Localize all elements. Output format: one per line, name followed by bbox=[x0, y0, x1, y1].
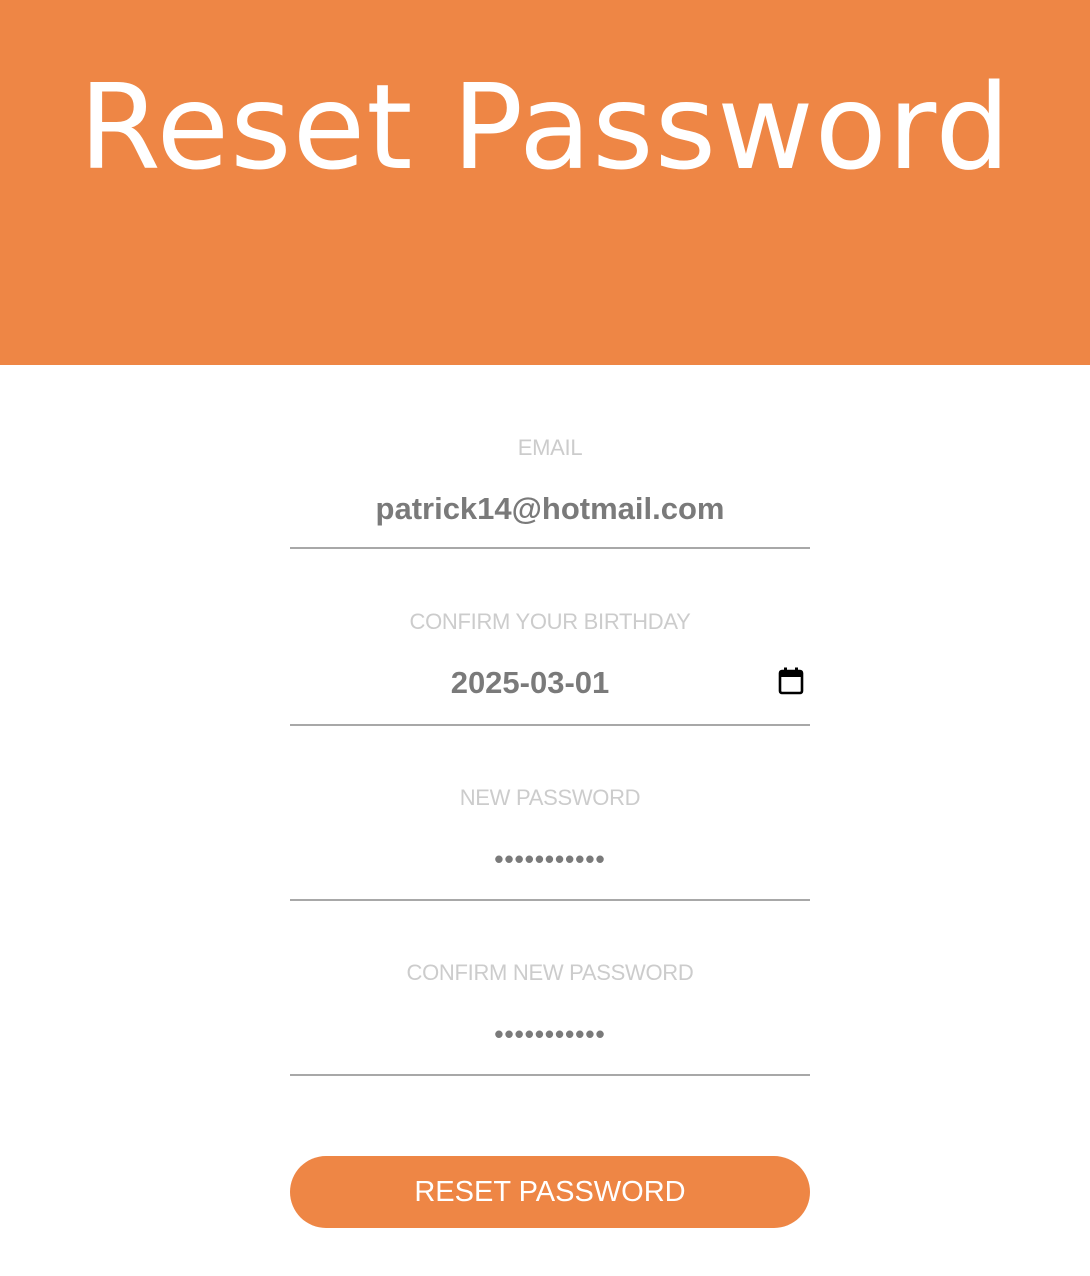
reset-password-form: EMAIL patrick14@hotmail.com CONFIRM YOUR… bbox=[290, 365, 810, 1276]
email-underline bbox=[290, 547, 810, 549]
new-password-input[interactable]: ••••••••••• bbox=[290, 839, 810, 879]
confirm-password-underline bbox=[290, 1074, 810, 1076]
birthday-field-group: CONFIRM YOUR BIRTHDAY 2025-03-01 bbox=[290, 607, 810, 727]
reset-password-button[interactable]: RESET PASSWORD bbox=[290, 1156, 810, 1228]
email-label: EMAIL bbox=[517, 435, 583, 460]
confirm-password-label: CONFIRM NEW PASSWORD bbox=[406, 960, 694, 985]
new-password-label: NEW PASSWORD bbox=[459, 785, 641, 810]
email-field-group: EMAIL patrick14@hotmail.com bbox=[290, 433, 810, 551]
birthday-underline bbox=[290, 724, 810, 726]
new-password-field-group: NEW PASSWORD ••••••••••• bbox=[290, 783, 810, 903]
calendar-icon[interactable] bbox=[778, 667, 804, 695]
birthday-label: CONFIRM YOUR BIRTHDAY bbox=[409, 609, 691, 634]
confirm-password-field-group: CONFIRM NEW PASSWORD ••••••••••• bbox=[290, 958, 810, 1078]
email-field[interactable]: patrick14@hotmail.com bbox=[290, 489, 810, 529]
confirm-password-input[interactable]: ••••••••••• bbox=[290, 1014, 810, 1054]
birthday-date-input[interactable]: 2025-03-01 bbox=[290, 663, 770, 703]
header-banner: Reset Password bbox=[0, 0, 1090, 365]
page-title: Reset Password bbox=[78, 58, 1012, 196]
new-password-underline bbox=[290, 899, 810, 901]
